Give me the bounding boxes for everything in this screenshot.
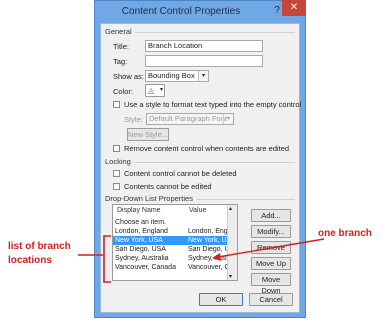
annotation-list-label-line2: locations bbox=[8, 255, 52, 266]
dialog-body: General Title: Branch Location Tag: Show… bbox=[100, 23, 302, 313]
content-control-properties-dialog: Content Control Properties ? ✕ General T… bbox=[94, 0, 306, 318]
style-label: Style: bbox=[124, 115, 143, 124]
new-style-button[interactable]: New Style... bbox=[127, 128, 169, 141]
list-item-display: London, England bbox=[115, 228, 168, 235]
move-down-button[interactable]: Move Down bbox=[251, 273, 291, 295]
style-dropdown[interactable]: Default Paragraph Font ▾ bbox=[146, 113, 234, 125]
dropdown-items-list[interactable]: Display Name Value Choose an item. Londo… bbox=[112, 204, 238, 281]
use-style-label: Use a style to format text typed into th… bbox=[124, 100, 302, 109]
scroll-up-icon[interactable]: ▴ bbox=[229, 205, 232, 212]
list-item[interactable]: Choose an item. bbox=[113, 218, 228, 227]
style-value: Default Paragraph Font bbox=[149, 114, 227, 123]
cannot-delete-checkbox[interactable] bbox=[113, 170, 120, 177]
remove-when-edited-checkbox[interactable] bbox=[113, 145, 120, 152]
annotation-one-branch: one branch bbox=[318, 228, 372, 239]
list-item[interactable]: Sydney, Australia Sydney, Austr bbox=[113, 254, 228, 263]
title-field[interactable]: Branch Location bbox=[145, 40, 263, 52]
add-button[interactable]: Add... bbox=[251, 209, 291, 222]
list-item-value: San Diego, US bbox=[188, 246, 228, 253]
scroll-down-icon[interactable]: ▾ bbox=[229, 273, 232, 280]
list-item-value: Vancouver, Ca bbox=[188, 264, 228, 271]
show-as-dropdown[interactable]: Bounding Box ▾ bbox=[145, 70, 209, 82]
general-divider bbox=[135, 32, 295, 33]
paint-bucket-icon: ◬ bbox=[148, 86, 155, 95]
list-item-value: New York, US bbox=[188, 237, 228, 244]
chevron-down-icon: ▾ bbox=[223, 114, 233, 124]
modify-button[interactable]: Modify... bbox=[251, 225, 291, 238]
list-item[interactable]: London, England London, Engl bbox=[113, 227, 228, 236]
tag-label: Tag: bbox=[113, 57, 128, 66]
general-section-heading: General bbox=[105, 27, 132, 36]
list-item[interactable]: Vancouver, Canada Vancouver, Ca bbox=[113, 263, 228, 272]
locking-divider bbox=[135, 162, 295, 163]
color-label: Color: bbox=[113, 87, 134, 96]
title-bar[interactable]: Content Control Properties ? ✕ bbox=[95, 0, 306, 23]
cannot-delete-label: Content control cannot be deleted bbox=[124, 169, 237, 178]
display-name-column-header: Display Name bbox=[117, 207, 161, 214]
close-button[interactable]: ✕ bbox=[282, 0, 306, 16]
color-picker-button[interactable]: ◬ ▾ bbox=[145, 84, 165, 97]
ok-button[interactable]: OK bbox=[199, 293, 243, 306]
list-item-display: Choose an item. bbox=[115, 219, 166, 226]
tag-field[interactable] bbox=[145, 55, 263, 67]
list-item-value: London, Engl bbox=[188, 228, 228, 235]
show-as-value: Bounding Box bbox=[148, 71, 195, 80]
list-item-display: New York, USA bbox=[115, 237, 163, 244]
list-scrollbar[interactable]: ▴ ▾ bbox=[227, 205, 237, 280]
dropdown-divider bbox=[197, 199, 295, 200]
list-item-display: Sydney, Australia bbox=[115, 255, 169, 262]
dropdown-section-heading: Drop-Down List Properties bbox=[105, 194, 193, 203]
value-column-header: Value bbox=[189, 207, 207, 214]
list-item[interactable]: San Diego, USA San Diego, US bbox=[113, 245, 228, 254]
cannot-edit-label: Contents cannot be edited bbox=[124, 182, 212, 191]
list-item-display: San Diego, USA bbox=[115, 246, 166, 253]
move-up-button[interactable]: Move Up bbox=[251, 257, 291, 270]
use-style-checkbox[interactable] bbox=[113, 101, 120, 108]
show-as-label: Show as: bbox=[113, 72, 144, 81]
list-item-display: Vancouver, Canada bbox=[115, 264, 176, 271]
title-label: Title: bbox=[113, 42, 129, 51]
cannot-edit-checkbox[interactable] bbox=[113, 183, 120, 190]
chevron-down-icon: ▾ bbox=[159, 87, 163, 93]
remove-button[interactable]: Remove bbox=[251, 241, 291, 254]
dialog-title: Content Control Properties bbox=[121, 6, 241, 17]
list-item-selected[interactable]: New York, USA New York, US bbox=[113, 236, 228, 245]
list-item-value: Sydney, Austr bbox=[188, 255, 228, 262]
annotation-list-label-line1: list of branch bbox=[8, 241, 71, 252]
locking-section-heading: Locking bbox=[105, 157, 131, 166]
remove-when-edited-label: Remove content control when contents are… bbox=[124, 144, 290, 153]
chevron-down-icon: ▾ bbox=[198, 71, 208, 81]
cancel-button[interactable]: Cancel bbox=[249, 293, 293, 306]
